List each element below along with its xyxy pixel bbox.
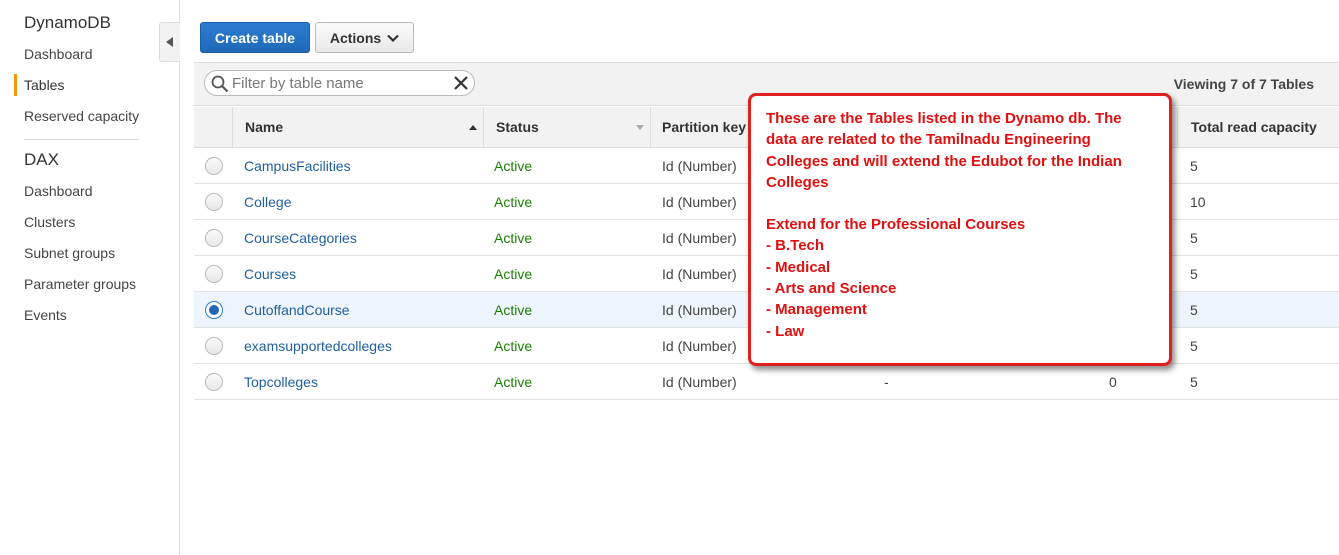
table-name-link[interactable]: Courses (244, 256, 296, 292)
status-cell: Active (494, 338, 533, 354)
partition-key-cell: Id (Number) (662, 194, 737, 210)
clear-icon[interactable] (454, 76, 468, 90)
filter-box (204, 70, 475, 96)
partition-key-cell: Id (Number) (662, 374, 737, 390)
search-icon (211, 75, 229, 93)
sidebar-item-tables[interactable]: Tables (24, 77, 64, 93)
table-row[interactable]: Topcolleges Active Id (Number) - 0 5 (194, 364, 1339, 400)
column-header-total-read-capacity[interactable]: Total read capacity (1191, 107, 1317, 148)
column-divider (1177, 107, 1178, 148)
row-select-radio[interactable] (205, 229, 223, 247)
sidebar-item-dax-dashboard[interactable]: Dashboard (24, 183, 93, 199)
total-read-capacity-cell: 5 (1190, 230, 1198, 246)
annotation-callout: These are the Tables listed in the Dynam… (748, 93, 1172, 366)
status-cell: Active (494, 266, 533, 282)
status-cell: Active (494, 158, 533, 174)
table-name-link[interactable]: College (244, 184, 291, 220)
sidebar-heading-dynamodb: DynamoDB (24, 13, 111, 32)
annotation-course-item: - Management (766, 301, 867, 319)
sidebar-heading-dax: DAX (24, 150, 59, 169)
table-name-link[interactable]: CampusFacilities (244, 148, 351, 184)
chevron-left-icon (166, 37, 173, 47)
table-name-link[interactable]: examsupportedcolleges (244, 328, 392, 364)
sidebar: DynamoDB Dashboard Tables Reserved capac… (0, 0, 180, 555)
row-select-radio[interactable] (205, 265, 223, 283)
total-read-capacity-cell: 5 (1190, 266, 1198, 282)
status-cell: Active (494, 194, 533, 210)
sidebar-item-clusters[interactable]: Clusters (24, 214, 75, 230)
partition-key-cell: Id (Number) (662, 302, 737, 318)
table-name-link[interactable]: CourseCategories (244, 220, 357, 256)
annotation-intro: These are the Tables listed in the Dynam… (766, 110, 1122, 191)
total-read-capacity-cell: 5 (1190, 338, 1198, 354)
annotation-extend-heading: Extend for the Professional Courses (766, 216, 1026, 234)
create-table-button[interactable]: Create table (200, 22, 310, 53)
column-divider (232, 107, 233, 148)
partition-key-cell: Id (Number) (662, 158, 737, 174)
row-select-radio[interactable] (205, 157, 223, 175)
actions-button[interactable]: Actions (315, 22, 414, 53)
sort-ascending-icon (469, 125, 477, 130)
table-name-link[interactable]: Topcolleges (244, 364, 318, 400)
viewing-count: Viewing 7 of 7 Tables (1173, 76, 1314, 92)
total-read-capacity-cell: 5 (1190, 158, 1198, 174)
sidebar-active-indicator (14, 74, 17, 96)
sidebar-item-reserved-capacity[interactable]: Reserved capacity (24, 108, 139, 124)
indexes-cell: 0 (1109, 374, 1117, 390)
partition-key-cell: Id (Number) (662, 230, 737, 246)
chevron-down-icon (387, 34, 399, 42)
sidebar-item-subnet-groups[interactable]: Subnet groups (24, 245, 115, 261)
actions-label: Actions (329, 29, 382, 46)
partition-key-cell: Id (Number) (662, 266, 737, 282)
total-read-capacity-cell: 5 (1190, 374, 1198, 390)
row-select-radio[interactable] (205, 301, 223, 319)
sidebar-divider (24, 139, 139, 140)
annotation-course-list: - B.Tech - Medical - Arts and Science - Man… (766, 235, 1155, 341)
status-cell: Active (494, 374, 533, 390)
column-header-status[interactable]: Status (496, 107, 539, 148)
sort-key-cell: - (884, 374, 889, 390)
annotation-course-item: - Law (766, 322, 805, 340)
annotation-course-item: - Arts and Science (766, 280, 897, 298)
row-select-radio[interactable] (205, 193, 223, 211)
column-header-name[interactable]: Name (245, 107, 283, 148)
column-header-partition-key[interactable]: Partition key (662, 107, 746, 148)
sidebar-item-parameter-groups[interactable]: Parameter groups (24, 276, 136, 292)
column-divider (650, 107, 651, 148)
create-table-label: Create table (214, 29, 296, 46)
sidebar-item-events[interactable]: Events (24, 307, 67, 323)
sort-icon (636, 125, 644, 130)
row-select-radio[interactable] (205, 373, 223, 391)
column-divider (483, 107, 484, 148)
row-select-radio[interactable] (205, 337, 223, 355)
status-cell: Active (494, 302, 533, 318)
total-read-capacity-cell: 5 (1190, 302, 1198, 318)
status-cell: Active (494, 230, 533, 246)
table-name-link[interactable]: CutoffandCourse (244, 292, 350, 328)
sidebar-item-dashboard[interactable]: Dashboard (24, 46, 93, 62)
filter-input[interactable] (232, 73, 452, 93)
annotation-course-item: - B.Tech (766, 237, 825, 255)
annotation-course-item: - Medical (766, 258, 831, 276)
total-read-capacity-cell: 10 (1190, 194, 1206, 210)
sidebar-collapse-button[interactable] (159, 22, 180, 62)
partition-key-cell: Id (Number) (662, 338, 737, 354)
